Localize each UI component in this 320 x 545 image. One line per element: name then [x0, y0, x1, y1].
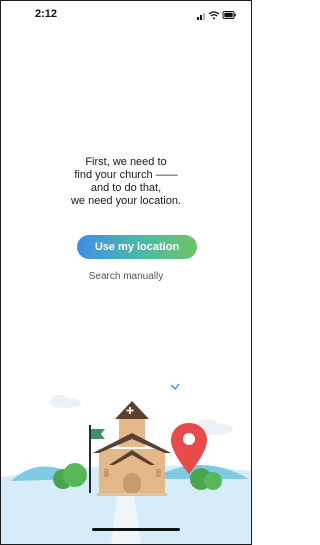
prompt-line: we need your location.	[70, 195, 182, 207]
church-illustration	[1, 383, 251, 544]
cloud-icon	[49, 395, 81, 408]
prompt-line: First, we need to	[85, 156, 167, 168]
prompt-line: find your church ——	[74, 169, 178, 181]
location-prompt: First, we need to find your church —— an…	[1, 156, 251, 208]
church-icon	[93, 401, 171, 496]
prompt-line: and to do that,	[90, 182, 162, 194]
status-bar: 2:12	[1, 1, 251, 31]
use-my-location-button[interactable]: Use my location	[77, 235, 197, 259]
bird-icon	[170, 383, 194, 431]
search-manually-link[interactable]: Search manually	[1, 271, 251, 282]
home-indicator[interactable]	[92, 528, 180, 531]
signal-icon	[197, 13, 205, 20]
wifi-icon	[208, 11, 220, 20]
battery-icon	[222, 11, 236, 19]
status-icons	[197, 11, 236, 20]
status-time: 2:12	[35, 8, 58, 20]
phone-screen: 2:12 First, we need to find your church …	[0, 0, 252, 545]
